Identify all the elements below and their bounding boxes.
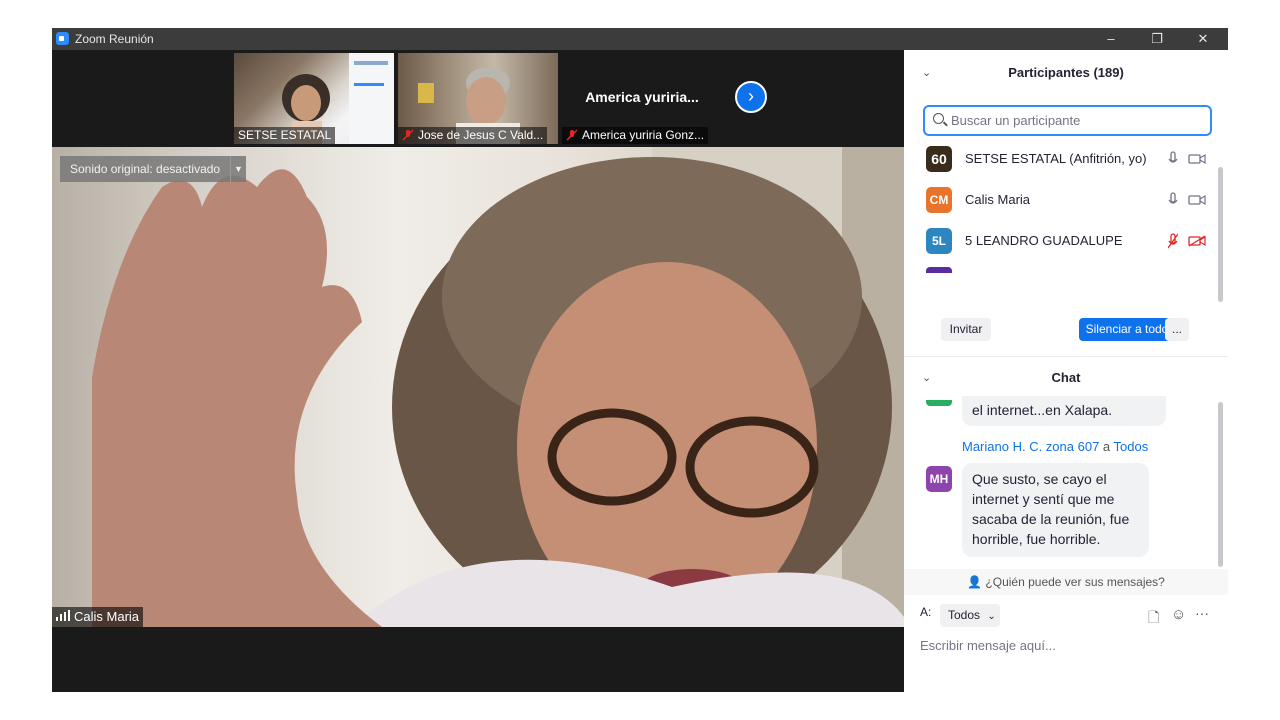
- participants-scrollbar[interactable]: [1218, 167, 1223, 302]
- thumbnail-name: America yuriria Gonz...: [562, 127, 709, 144]
- chevron-down-icon: ⌄: [987, 611, 996, 622]
- search-icon: [933, 113, 944, 124]
- emoji-icon[interactable]: ☺: [1171, 606, 1186, 623]
- more-options-button[interactable]: ...: [1165, 318, 1189, 341]
- recipient-select[interactable]: Todos ⌄: [940, 604, 1000, 627]
- microphone-icon[interactable]: [1168, 192, 1178, 208]
- video-off-icon[interactable]: [1188, 235, 1206, 247]
- signal-strength-icon: [56, 610, 70, 621]
- participant-name: 5 LEANDRO GUADALUPE: [965, 233, 1123, 248]
- participant-name: SETSE ESTATAL (Anfitrión, yo): [965, 151, 1147, 166]
- thumbnail-name: Jose de Jesus C Vald...: [398, 127, 548, 144]
- video-camera-icon[interactable]: [1188, 153, 1206, 165]
- window-title: Zoom Reunión: [75, 32, 154, 46]
- thumbnail-name: SETSE ESTATAL: [234, 127, 336, 144]
- chat-message-bubble: el internet...en Xalapa.: [962, 396, 1166, 426]
- participant-row[interactable]: 5L 5 LEANDRO GUADALUPE: [926, 226, 1216, 256]
- avatar: [926, 400, 952, 406]
- participant-row[interactable]: CM Calis Maria: [926, 185, 1216, 215]
- next-page-button[interactable]: ›: [735, 81, 767, 113]
- chevron-down-icon[interactable]: ▼: [230, 156, 246, 182]
- who-can-see-messages[interactable]: 👤 ¿Quién puede ver sus mensajes?: [904, 569, 1228, 595]
- active-speaker-video: Sonido original: desactivado ▼ Calis Mar…: [52, 147, 904, 627]
- muted-mic-icon: [402, 129, 414, 141]
- chat-scrollbar[interactable]: [1218, 402, 1223, 567]
- chat-message-input[interactable]: Escribir mensaje aquí...: [920, 638, 1056, 653]
- participant-search-input[interactable]: Buscar un participante: [923, 105, 1212, 136]
- thumbnail-strip: SETSE ESTATAL Jose de Jesus C Vald... Am…: [52, 50, 904, 147]
- video-thumbnail[interactable]: Jose de Jesus C Vald...: [398, 53, 558, 144]
- chevron-down-icon[interactable]: ⌄: [922, 53, 931, 93]
- muted-mic-icon[interactable]: [1168, 233, 1178, 249]
- avatar: MH: [926, 466, 952, 492]
- muted-mic-icon: [566, 129, 578, 141]
- file-icon[interactable]: 🗋: [1148, 607, 1159, 631]
- close-button[interactable]: ✕: [1180, 28, 1226, 50]
- microphone-icon[interactable]: [1168, 151, 1178, 167]
- participant-name: Calis Maria: [965, 192, 1031, 207]
- avatar: CM: [926, 187, 952, 213]
- zoom-logo-icon: [56, 32, 69, 45]
- avatar: [926, 267, 952, 273]
- section-divider: [904, 356, 1228, 357]
- video-thumbnail[interactable]: America yuriria... America yuriria Gonz.…: [562, 53, 722, 144]
- participants-header: ⌄ Participantes (189): [904, 53, 1228, 93]
- user-icon: 👤: [967, 575, 983, 589]
- title-bar: Zoom Reunión – ❐ ✕: [52, 28, 1228, 50]
- original-sound-button[interactable]: Sonido original: desactivado: [60, 156, 231, 182]
- participant-display-name: America yuriria...: [585, 89, 699, 105]
- avatar: 5L: [926, 228, 952, 254]
- speaker-video-icon: [92, 147, 904, 627]
- speaker-name-label: Calis Maria: [52, 607, 144, 627]
- video-area: SETSE ESTATAL Jose de Jesus C Vald... Am…: [52, 50, 904, 692]
- chat-header: ⌄ Chat: [904, 358, 1228, 398]
- video-thumbnail[interactable]: SETSE ESTATAL: [234, 53, 394, 144]
- more-icon[interactable]: ···: [1195, 605, 1209, 621]
- chevron-down-icon[interactable]: ⌄: [922, 358, 931, 398]
- zoom-window: Zoom Reunión – ❐ ✕ SETSE ESTATAL Jose de…: [52, 28, 1228, 692]
- chevron-right-icon: ›: [748, 86, 754, 106]
- video-camera-icon[interactable]: [1188, 194, 1206, 206]
- invite-button[interactable]: Invitar: [941, 318, 991, 341]
- chat-message-bubble: Que susto, se cayo el internet y sentí q…: [962, 463, 1149, 557]
- minimize-button[interactable]: –: [1088, 28, 1134, 50]
- chat-sender-line: Mariano H. C. zona 607 a Todos: [962, 439, 1149, 454]
- side-panel: ⌄ Participantes (189) Buscar un particip…: [904, 50, 1228, 692]
- restore-button[interactable]: ❐: [1134, 28, 1180, 50]
- recipient-label: A:: [920, 605, 932, 619]
- participant-row[interactable]: 60 SETSE ESTATAL (Anfitrión, yo): [926, 144, 1216, 174]
- avatar: 60: [926, 146, 952, 172]
